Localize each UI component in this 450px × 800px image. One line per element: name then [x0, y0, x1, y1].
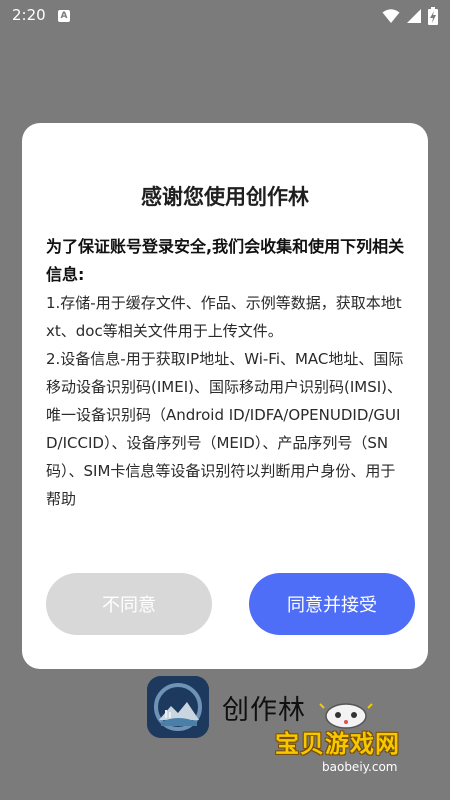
- privacy-dialog: 感谢您使用创作林 为了保证账号登录安全,我们会收集和使用下列相关信息: 1.存储…: [22, 123, 428, 669]
- disagree-button[interactable]: 不同意: [46, 573, 212, 635]
- dialog-item-storage: 1.存储-用于缓存文件、作品、示例等数据，获取本地txt、doc等相关文件用于上…: [46, 294, 402, 340]
- wifi-icon: [382, 9, 400, 23]
- dialog-intro: 为了保证账号登录安全,我们会收集和使用下列相关信息:: [46, 237, 405, 284]
- dialog-title: 感谢您使用创作林: [141, 185, 309, 209]
- watermark-text: 宝贝游戏网: [275, 730, 400, 758]
- watermark-url: baobeiy.com: [322, 760, 398, 774]
- system-icons: [382, 7, 438, 25]
- dialog-item-device-info: 2.设备信息-用于获取IP地址、Wi-Fi、MAC地址、国际移动设备识别码(IM…: [46, 350, 404, 508]
- watermark: 宝贝游戏网 baobeiy.com: [270, 700, 420, 782]
- agree-button[interactable]: 同意并接受: [249, 573, 415, 635]
- a-letter-icon: A: [58, 10, 70, 22]
- dialog-body[interactable]: 为了保证账号登录安全,我们会收集和使用下列相关信息: 1.存储-用于缓存文件、作…: [46, 233, 408, 545]
- signal-icon: [407, 9, 421, 23]
- status-bar: 2:20 A: [0, 0, 450, 32]
- mountain-landscape-logo-icon: [147, 676, 209, 738]
- battery-charging-icon: [428, 7, 438, 25]
- status-time: 2:20: [12, 6, 46, 24]
